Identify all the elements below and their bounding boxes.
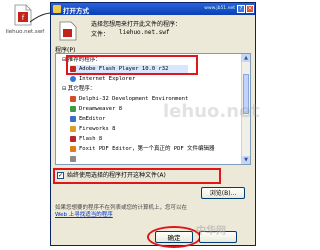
instruction-text: 选择您想用来打开此文件的程序：	[91, 21, 182, 28]
hint-text: 如果您想要的程序不在列表或您的计算机上，您可以在 Web 上寻找适当的程序	[55, 205, 188, 218]
program-item[interactable]	[70, 155, 79, 164]
window-icon	[53, 5, 61, 13]
site-watermark: www.jb51.net	[204, 6, 235, 11]
scroll-up-icon[interactable]: ▲	[242, 54, 250, 62]
program-internet-explorer[interactable]: Internet Explorer	[70, 75, 135, 84]
emeditor-icon	[70, 115, 76, 122]
dialog-title: 打开方式	[63, 7, 89, 15]
checkbox-icon[interactable]: ✓	[57, 172, 64, 179]
delphi-icon	[70, 95, 76, 102]
program-fireworks[interactable]: Fireworks 8	[70, 125, 115, 134]
program-emeditor[interactable]: EmEditor	[70, 115, 106, 124]
file-name: liehuo.net.swf	[119, 29, 170, 36]
program-flash[interactable]: Flash 8	[70, 135, 102, 144]
recommended-highlight	[66, 55, 198, 75]
other-group[interactable]: ⊟ 其它程序：	[62, 85, 95, 94]
program-icon	[70, 155, 76, 162]
foxit-icon	[70, 145, 76, 152]
open-with-dialog: 打开方式 www.jb51.net ? × 选择您想用来打开此文件的程序： 文件…	[50, 2, 260, 248]
close-button[interactable]: ×	[246, 5, 254, 13]
program-dreamweaver[interactable]: Dreamweaver 8	[70, 105, 122, 114]
center-watermark: lehuo.net	[163, 101, 260, 122]
web-search-link[interactable]: Web 上寻找适当的程序	[55, 212, 113, 218]
fireworks-icon	[70, 125, 76, 132]
title-bar[interactable]: 打开方式 www.jb51.net ? ×	[51, 3, 255, 15]
file-type-icon	[59, 21, 77, 41]
help-button[interactable]: ?	[237, 5, 245, 13]
scroll-down-icon[interactable]: ▼	[242, 156, 250, 164]
flash-icon	[70, 135, 76, 142]
file-label: 文件：	[91, 31, 110, 38]
always-use-label: 始终使用选择的程序打开这种文件(A)	[67, 172, 166, 179]
corner-watermark: 中华网	[196, 226, 226, 237]
browse-button[interactable]: 浏览(B)...	[201, 187, 245, 199]
ok-button[interactable]: 确定	[155, 231, 193, 243]
program-foxit[interactable]: Foxit PDF Editor，第一个真正的 PDF 文件编辑器	[70, 145, 215, 154]
always-use-checkbox[interactable]: ✓ 始终使用选择的程序打开这种文件(A)	[57, 171, 166, 181]
dreamweaver-icon	[70, 105, 76, 112]
ie-icon	[70, 75, 76, 82]
